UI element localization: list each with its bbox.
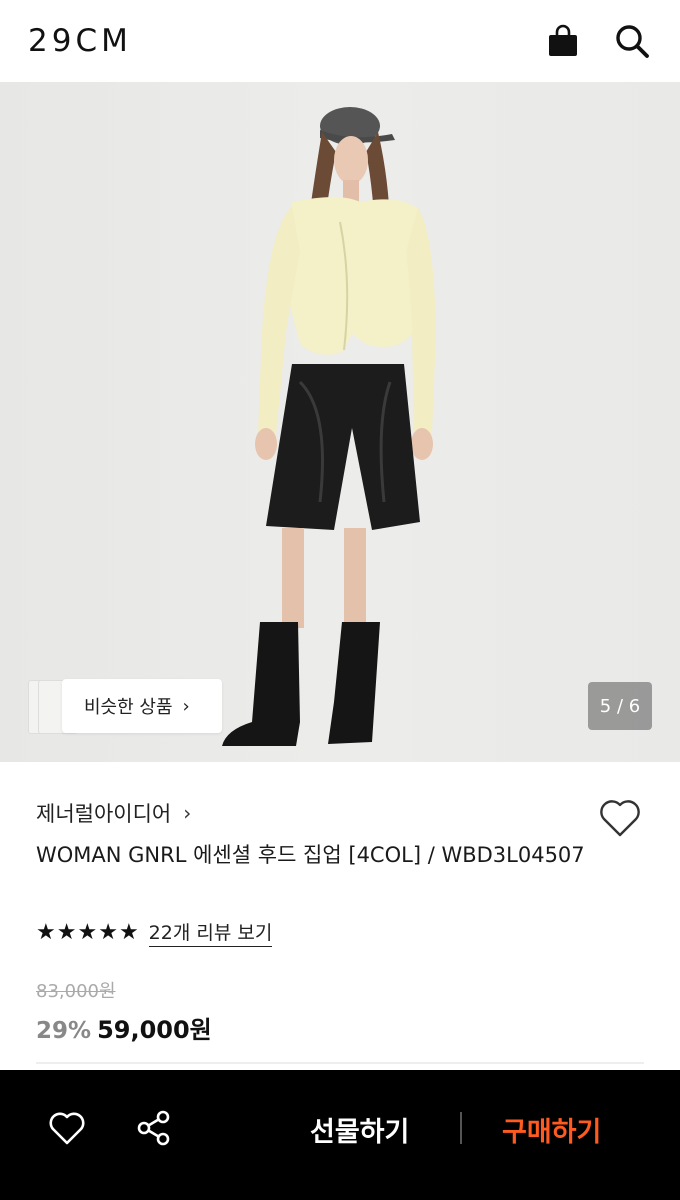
rating-row: ★ ★ ★ ★ ★ 22개 리뷰 보기 [36,918,273,947]
star-icon: ★ [56,919,77,945]
buy-button[interactable]: 구매하기 [502,1110,601,1149]
rating-stars: ★ ★ ★ ★ ★ [36,920,139,946]
chevron-right-icon: › [183,801,192,825]
share-icon[interactable] [136,1110,172,1150]
price-row: 29% 59,000원 [36,1010,212,1045]
divider [36,1062,644,1064]
header-actions [546,23,650,59]
star-icon: ★ [77,919,98,945]
search-icon[interactable] [614,23,650,59]
brand-name: 제너럴아이디어 [36,802,172,826]
top-header: 29CM [0,0,680,82]
logo[interactable]: 29CM [28,23,132,59]
star-icon: ★ [118,919,139,945]
product-image-gallery[interactable]: 비슷한 상품 › 5 / 6 [0,82,680,762]
sale-price: 59,000원 [97,1016,212,1044]
product-photo [222,107,436,746]
star-icon: ★ [98,919,118,945]
original-price: 83,000원 [36,981,116,1002]
divider [460,1112,462,1144]
discount-rate: 29% [36,1018,92,1044]
similar-products-button[interactable]: 비슷한 상품 › [62,679,222,733]
star-icon: ★ [36,919,56,945]
similar-products-label: 비슷한 상품 [84,697,173,718]
heart-icon[interactable] [598,798,642,842]
product-page: 29CM 비슷한 상품 › 5 / 6 제너럴아이디어 › WOMAN GNRL… [0,0,680,1200]
chevron-right-icon: › [182,695,190,717]
heart-icon[interactable] [48,1110,86,1150]
review-link[interactable]: 22개 리뷰 보기 [148,918,273,947]
bottom-edge [0,1188,680,1200]
brand-link[interactable]: 제너럴아이디어 › [36,798,191,828]
product-title: WOMAN GNRL 에센셜 후드 집업 [4COL] / WBD3L04507 [36,843,585,867]
shopping-bag-icon[interactable] [546,24,580,58]
image-counter: 5 / 6 [588,682,652,730]
gift-button[interactable]: 선물하기 [310,1110,409,1149]
product-info: 제너럴아이디어 › WOMAN GNRL 에센셜 후드 집업 [4COL] / … [0,762,680,1070]
bottom-action-bar: 선물하기 구매하기 [0,1070,680,1188]
